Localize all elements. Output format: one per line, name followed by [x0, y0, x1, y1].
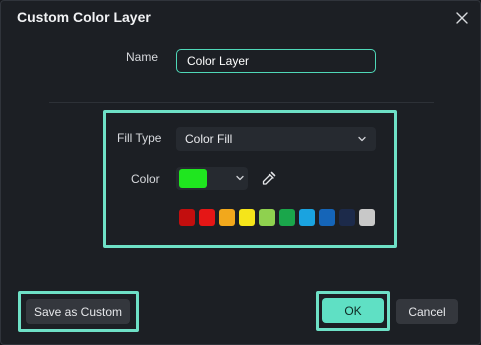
fill-type-value: Color Fill	[185, 132, 233, 146]
palette-swatch-light-gray[interactable]	[359, 209, 375, 226]
fill-type-dropdown[interactable]: Color Fill	[176, 127, 376, 151]
palette-swatch-red[interactable]	[199, 209, 215, 226]
fill-type-label: Fill Type	[117, 131, 162, 145]
name-label: Name	[126, 50, 159, 64]
section-divider	[49, 102, 434, 103]
ok-button[interactable]: OK	[322, 298, 384, 323]
palette-swatch-light-blue[interactable]	[299, 209, 315, 226]
dialog-title: Custom Color Layer	[17, 9, 151, 25]
palette-swatch-yellow[interactable]	[239, 209, 255, 226]
palette-swatch-orange[interactable]	[219, 209, 235, 226]
palette-swatch-green[interactable]	[279, 209, 295, 226]
chevron-down-icon	[235, 173, 245, 183]
palette-swatch-dark-red[interactable]	[179, 209, 195, 226]
color-picker-dropdown[interactable]	[176, 167, 248, 190]
color-palette	[179, 209, 375, 226]
cancel-button[interactable]: Cancel	[396, 299, 458, 324]
custom-color-layer-dialog: Custom Color Layer Name Fill Type Color …	[0, 0, 481, 345]
palette-swatch-blue[interactable]	[319, 209, 335, 226]
palette-swatch-navy[interactable]	[339, 209, 355, 226]
save-as-custom-button[interactable]: Save as Custom	[26, 299, 130, 324]
color-label: Color	[131, 172, 160, 186]
current-color-swatch	[179, 169, 207, 188]
dialog-titlebar: Custom Color Layer	[1, 1, 480, 35]
eyedropper-icon[interactable]	[261, 170, 277, 186]
name-input[interactable]	[176, 49, 376, 73]
chevron-down-icon	[357, 134, 367, 144]
palette-swatch-light-green[interactable]	[259, 209, 275, 226]
close-icon[interactable]	[451, 7, 473, 29]
